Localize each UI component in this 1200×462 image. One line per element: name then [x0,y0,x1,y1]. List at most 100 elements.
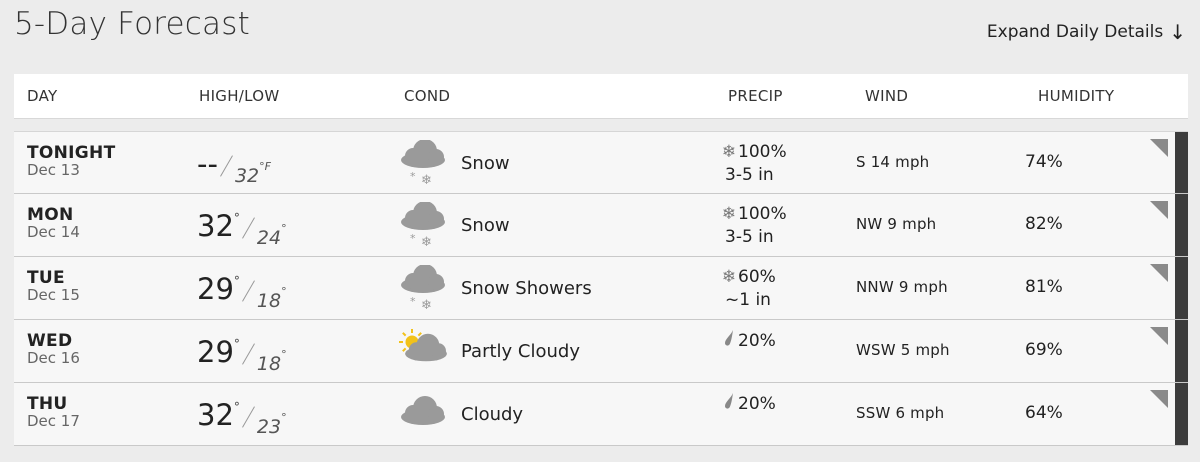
high-temp: 32 [197,209,234,243]
expand-corner-icon[interactable] [1150,390,1168,408]
partly-cloudy-icon [399,328,449,374]
day-cell: TUE Dec 15 [27,269,80,304]
low-degree: ° [281,222,287,235]
snow-icon: * ❄ [399,139,449,188]
humidity-text: 81% [1025,277,1063,297]
precip-cell: 20% [720,392,776,417]
expand-corner-icon[interactable] [1150,264,1168,282]
forecast-row[interactable]: WED Dec 16 29 ° 18 ° Partly Cloudy 20% W… [14,320,1188,383]
divider [241,406,255,428]
precip-cell: ❄ 60% ~1 in [720,266,776,312]
column-header-precip: PRECIP [728,87,783,105]
day-cell: WED Dec 16 [27,332,80,367]
day-date: Dec 15 [27,286,80,304]
raindrop-icon [720,392,738,417]
high-low-cell: -- 32 °F [197,147,271,187]
svg-text:❄: ❄ [421,173,432,186]
day-date: Dec 17 [27,412,80,430]
humidity-text: 69% [1025,340,1063,360]
wind-text: NW 9 mph [856,215,937,233]
day-name: TUE [27,268,65,288]
forecast-row[interactable]: MON Dec 14 32 ° 24 ° * ❄ Snow ❄ 100% 3-5… [14,194,1188,257]
condition-text: Snow Showers [461,278,592,299]
precip-amount: 3-5 in [725,227,774,247]
day-name: MON [27,205,74,225]
svg-text:❄: ❄ [421,235,432,248]
snow-icon: * ❄ [399,264,449,313]
arrow-down-icon: ↓ [1169,20,1186,44]
low-temp: 18 [256,353,282,375]
expand-corner-icon[interactable] [1150,327,1168,345]
table-header: DAY HIGH/LOW COND PRECIP WIND HUMIDITY [14,74,1188,119]
high-low-cell: 29 ° 18 ° [197,335,287,375]
forecast-row[interactable]: THU Dec 17 32 ° 23 ° Cloudy 20% SSW 6 mp… [14,383,1188,446]
high-temp: 29 [197,272,234,306]
column-header-wind: WIND [865,87,909,105]
snowflake-icon: ❄ [721,142,737,162]
day-date: Dec 13 [27,161,80,179]
high-degree: ° [233,337,240,351]
forecast-table: TONIGHT Dec 13 -- 32 °F * ❄ Snow ❄ 100% … [14,131,1188,446]
high-degree: ° [233,274,240,288]
svg-text:❄: ❄ [421,298,432,311]
row-edge [1175,194,1188,256]
raindrop-icon [720,329,738,354]
day-name: WED [27,331,73,351]
column-header-highlow: HIGH/LOW [199,87,280,105]
forecast-row[interactable]: TUE Dec 15 29 ° 18 ° * ❄ Snow Showers ❄ … [14,257,1188,320]
expand-corner-icon[interactable] [1150,201,1168,219]
divider [241,217,255,239]
wind-text: SSW 6 mph [856,404,945,422]
condition-text: Snow [461,215,510,236]
day-date: Dec 16 [27,349,80,367]
snowflake-icon: ❄ [721,267,737,287]
humidity-text: 64% [1025,403,1063,423]
high-degree: ° [233,400,240,414]
high-low-cell: 29 ° 18 ° [197,272,287,312]
row-edge [1175,320,1188,382]
page-title: 5-Day Forecast [14,6,250,42]
humidity-text: 74% [1025,152,1063,172]
high-temp: -- [197,147,218,181]
forecast-row[interactable]: TONIGHT Dec 13 -- 32 °F * ❄ Snow ❄ 100% … [14,131,1188,194]
wind-text: S 14 mph [856,153,930,171]
precip-chance: 100% [738,204,787,224]
low-temp: 24 [256,227,282,249]
high-low-cell: 32 ° 23 ° [197,398,287,438]
condition-text: Snow [461,153,510,174]
svg-text:*: * [410,232,416,245]
low-temp: 18 [256,290,282,312]
expand-daily-details-button[interactable]: Expand Daily Details ↓ [987,22,1186,42]
day-date: Dec 14 [27,223,80,241]
day-cell: MON Dec 14 [27,206,80,241]
expand-label: Expand Daily Details [986,22,1164,42]
condition-text: Cloudy [461,404,524,425]
svg-text:*: * [410,295,416,308]
column-header-day: DAY [27,87,58,105]
precip-chance: 100% [738,142,787,162]
precip-chance: 60% [738,267,776,287]
precip-amount: 3-5 in [725,165,774,185]
precip-chance: 20% [738,394,776,414]
high-low-cell: 32 ° 24 ° [197,209,287,249]
divider [241,343,255,365]
day-cell: THU Dec 17 [27,395,80,430]
expand-corner-icon[interactable] [1150,139,1168,157]
snow-icon: * ❄ [399,201,449,250]
high-temp: 29 [197,335,234,369]
condition-text: Partly Cloudy [461,341,580,362]
low-degree: °F [259,160,271,173]
precip-amount: ~1 in [725,290,771,310]
high-degree: ° [233,211,240,225]
low-degree: ° [281,411,287,424]
divider [241,280,255,302]
precip-cell: ❄ 100% 3-5 in [720,203,787,249]
low-temp: 32 [234,165,260,187]
row-edge [1175,383,1188,445]
column-header-humidity: HUMIDITY [1038,87,1115,105]
humidity-text: 82% [1025,214,1063,234]
precip-cell: 20% [720,329,776,354]
low-temp: 23 [256,416,282,438]
low-degree: ° [281,348,287,361]
day-name: THU [27,394,68,414]
